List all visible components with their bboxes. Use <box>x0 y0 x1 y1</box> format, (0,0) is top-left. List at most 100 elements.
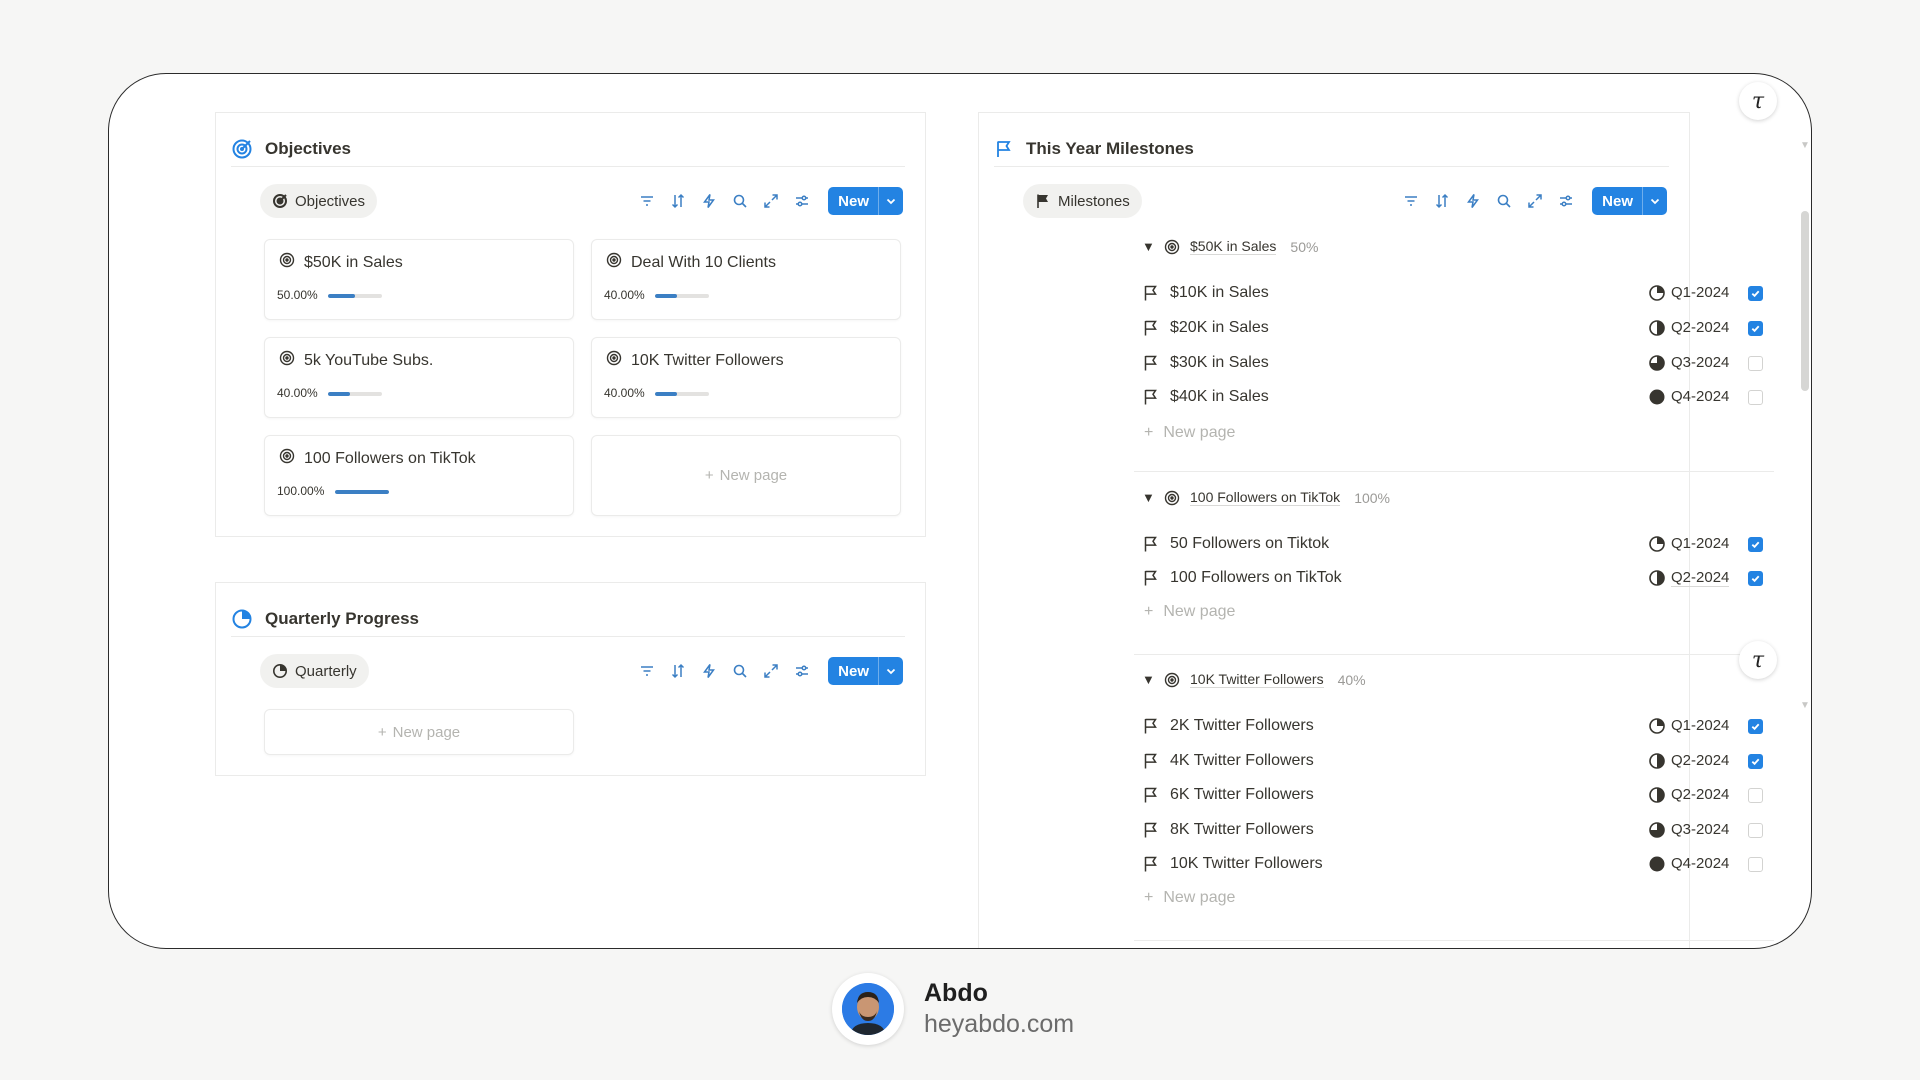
settings-sliders-icon[interactable] <box>1557 192 1575 210</box>
milestone-row[interactable]: 50 Followers on Tiktok Q1-2024 <box>1142 531 1772 557</box>
done-checkbox[interactable] <box>1748 537 1763 552</box>
done-checkbox[interactable] <box>1748 356 1763 371</box>
new-page-label: New page <box>1163 889 1236 906</box>
done-checkbox[interactable] <box>1748 719 1763 734</box>
lightning-icon[interactable] <box>700 192 718 210</box>
objective-card[interactable]: 100 Followers on TikTok 100.00% <box>264 435 574 516</box>
filter-icon[interactable] <box>638 192 656 210</box>
target-dark-icon <box>272 193 288 209</box>
milestone-row[interactable]: $30K in Sales Q3-2024 <box>1142 350 1772 376</box>
chevron-down-icon[interactable] <box>879 657 903 685</box>
settings-sliders-icon[interactable] <box>793 662 811 680</box>
search-icon[interactable] <box>1495 192 1513 210</box>
done-checkbox[interactable] <box>1748 286 1763 301</box>
triangle-down-icon[interactable]: ▼ <box>1142 239 1155 254</box>
group-percent: 100% <box>1354 489 1390 506</box>
progress-bar <box>335 490 389 494</box>
group-name[interactable]: 100 Followers on TikTok <box>1190 489 1341 506</box>
objective-card[interactable]: 10K Twitter Followers 40.00% <box>591 337 901 418</box>
done-checkbox[interactable] <box>1748 823 1763 838</box>
done-checkbox[interactable] <box>1748 571 1763 586</box>
settings-sliders-icon[interactable] <box>793 192 811 210</box>
new-page-card[interactable]: + New page <box>591 435 901 516</box>
new-label: New <box>1592 187 1643 215</box>
milestone-row[interactable]: $10K in Sales Q1-2024 <box>1142 280 1772 306</box>
flag-outline-icon <box>1142 855 1160 873</box>
milestone-name: $10K in Sales <box>1170 284 1269 301</box>
done-checkbox[interactable] <box>1748 390 1763 405</box>
card-percent: 40.00% <box>277 386 318 400</box>
author-site[interactable]: heyabdo.com <box>924 1010 1074 1039</box>
milestone-row[interactable]: $20K in Sales Q2-2024 <box>1142 315 1772 341</box>
sort-icon[interactable] <box>669 192 687 210</box>
card-title: 5k YouTube Subs. <box>304 351 434 369</box>
new-page-row[interactable]: + New page <box>1144 603 1235 621</box>
flag-outline-icon <box>1142 388 1160 406</box>
new-page-label: New page <box>392 723 461 741</box>
done-checkbox[interactable] <box>1748 857 1763 872</box>
triangle-down-icon[interactable]: ▼ <box>1142 490 1155 505</box>
milestone-row[interactable]: 2K Twitter Followers Q1-2024 <box>1142 713 1772 739</box>
milestones-view-tab[interactable]: Milestones <box>1023 184 1142 218</box>
quarterly-view-label: Quarterly <box>295 662 357 680</box>
milestone-name: 4K Twitter Followers <box>1170 752 1314 769</box>
target-outline-icon <box>606 350 622 371</box>
scroll-down-arrow-icon[interactable]: ▼ <box>1800 700 1810 711</box>
milestone-name: 2K Twitter Followers <box>1170 717 1314 734</box>
objectives-new-button[interactable]: New <box>828 187 903 215</box>
filter-icon[interactable] <box>1402 192 1420 210</box>
plus-icon: + <box>1144 424 1154 441</box>
scrollbar-thumb[interactable] <box>1801 211 1809 391</box>
expand-icon[interactable] <box>1526 192 1544 210</box>
objective-card[interactable]: 5k YouTube Subs. 40.00% <box>264 337 574 418</box>
expand-icon[interactable] <box>762 662 780 680</box>
milestone-row[interactable]: 6K Twitter Followers Q2-2024 <box>1142 782 1772 808</box>
done-checkbox[interactable] <box>1748 321 1763 336</box>
scroll-down-arrow-icon[interactable]: ▼ <box>1800 140 1810 151</box>
milestone-row[interactable]: 10K Twitter Followers Q4-2024 <box>1142 851 1772 877</box>
sort-icon[interactable] <box>669 662 687 680</box>
plus-icon: + <box>1144 603 1154 620</box>
triangle-down-icon[interactable]: ▼ <box>1142 672 1155 687</box>
avatar-photo <box>842 983 894 1035</box>
new-page-row[interactable]: + New page <box>1144 424 1235 442</box>
new-page-row[interactable]: + New page <box>1144 889 1235 907</box>
expand-icon[interactable] <box>762 192 780 210</box>
group-header[interactable]: ▼ $50K in Sales 50% <box>1142 238 1318 255</box>
milestone-row[interactable]: $40K in Sales Q4-2024 <box>1142 384 1772 410</box>
new-page-card[interactable]: + New page <box>264 709 574 755</box>
sort-icon[interactable] <box>1433 192 1451 210</box>
quarter-label: Q3-2024 <box>1671 354 1730 371</box>
quarterly-view-tab[interactable]: Quarterly <box>260 654 369 688</box>
milestone-row[interactable]: 4K Twitter Followers Q2-2024 <box>1142 748 1772 774</box>
milestone-row[interactable]: 100 Followers on TikTok Q2-2024 <box>1142 565 1772 591</box>
objectives-view-tab[interactable]: Objectives <box>260 184 378 218</box>
search-icon[interactable] <box>731 192 749 210</box>
objectives-view-label: Objectives <box>295 192 366 210</box>
quarter-label: Q1-2024 <box>1671 717 1730 734</box>
plus-icon: + <box>704 467 714 484</box>
objective-card[interactable]: Deal With 10 Clients 40.00% <box>591 239 901 320</box>
chevron-down-icon[interactable] <box>1643 187 1667 215</box>
milestones-new-button[interactable]: New <box>1592 187 1667 215</box>
lightning-icon[interactable] <box>700 662 718 680</box>
flag-outline-icon <box>1142 569 1160 587</box>
group-name[interactable]: 10K Twitter Followers <box>1190 671 1324 688</box>
notion-ai-icon[interactable]: 𝜏 <box>1739 641 1777 679</box>
milestone-row[interactable]: 8K Twitter Followers Q3-2024 <box>1142 817 1772 843</box>
quarter-pie-q2-icon <box>1648 569 1666 587</box>
objective-card[interactable]: $50K in Sales 50.00% <box>264 239 574 320</box>
group-name[interactable]: $50K in Sales <box>1190 238 1277 255</box>
group-header[interactable]: ▼ 10K Twitter Followers 40% <box>1142 671 1366 688</box>
quarterly-new-button[interactable]: New <box>828 657 903 685</box>
lightning-icon[interactable] <box>1464 192 1482 210</box>
done-checkbox[interactable] <box>1748 754 1763 769</box>
filter-icon[interactable] <box>638 662 656 680</box>
group-header[interactable]: ▼ 100 Followers on TikTok 100% <box>1142 489 1390 506</box>
done-checkbox[interactable] <box>1748 788 1763 803</box>
card-percent: 40.00% <box>604 386 645 400</box>
quarter-pie-q1-icon <box>1648 284 1666 302</box>
chevron-down-icon[interactable] <box>879 187 903 215</box>
notion-ai-icon[interactable]: 𝜏 <box>1739 82 1777 120</box>
search-icon[interactable] <box>731 662 749 680</box>
